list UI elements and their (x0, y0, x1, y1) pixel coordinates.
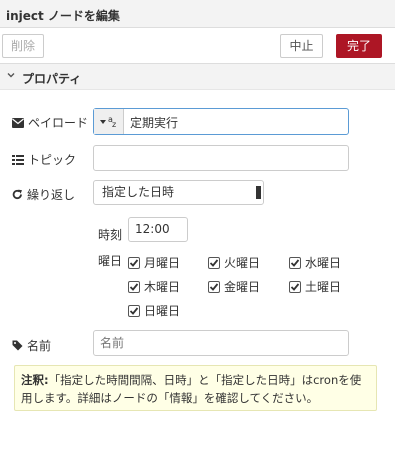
tasks-icon (12, 154, 24, 165)
topic-label-text: トピック (28, 153, 77, 167)
tray-title: inject ノードを編集 (6, 9, 120, 23)
checkbox-checked-icon[interactable] (289, 256, 301, 269)
checkbox-checked-icon[interactable] (208, 256, 220, 269)
day-checkbox-mon[interactable]: 月曜日 (128, 254, 180, 271)
az-string-icon: az (108, 114, 117, 129)
checkbox-checked-icon[interactable] (128, 256, 140, 269)
time-input[interactable]: 12:00 (128, 217, 188, 242)
repeat-icon (12, 189, 22, 200)
checkbox-checked-icon[interactable] (208, 280, 220, 293)
checkbox-checked-icon[interactable] (128, 280, 140, 293)
repeat-selected-value: 指定した日時 (102, 185, 175, 199)
day-checkbox-wed[interactable]: 水曜日 (289, 254, 341, 271)
day-checkbox-sun[interactable]: 日曜日 (128, 302, 180, 319)
day-label: 金曜日 (224, 280, 261, 294)
repeat-label: 繰り返し (12, 186, 75, 203)
days-label: 曜日 (98, 254, 123, 268)
select-arrow-icon (256, 186, 261, 199)
name-input[interactable] (93, 330, 349, 356)
envelope-icon (12, 117, 24, 128)
tag-icon (12, 340, 23, 351)
day-label: 日曜日 (144, 304, 181, 318)
topic-label: トピック (12, 151, 76, 168)
day-checkbox-tue[interactable]: 火曜日 (208, 254, 260, 271)
cancel-button[interactable]: 中止 (280, 34, 323, 58)
payload-value[interactable]: 定期実行 (130, 114, 178, 131)
day-checkbox-thu[interactable]: 木曜日 (128, 278, 180, 295)
day-label: 土曜日 (305, 280, 342, 294)
done-button[interactable]: 完了 (336, 34, 382, 58)
chevron-down-icon (7, 73, 15, 78)
topic-input[interactable] (93, 145, 349, 171)
name-label-text: 名前 (27, 339, 52, 353)
payload-label: ペイロード (12, 114, 88, 131)
day-checkbox-sat[interactable]: 土曜日 (289, 278, 341, 295)
checkbox-checked-icon[interactable] (128, 304, 140, 317)
tray-header: inject ノードを編集 (0, 0, 395, 28)
payload-type-selector[interactable]: az (94, 109, 124, 134)
caret-down-icon (100, 119, 106, 124)
checkbox-checked-icon[interactable] (289, 280, 301, 293)
tip-bold-label: 注釈: (21, 373, 49, 387)
day-label: 月曜日 (144, 256, 181, 270)
properties-section-header[interactable]: プロパティ (0, 64, 395, 90)
day-checkbox-fri[interactable]: 金曜日 (208, 278, 260, 295)
cron-tip: 注釈:「指定した時間間隔、日時」と「指定した日時」はcronを使用します。詳細は… (14, 365, 377, 411)
section-title: プロパティ (22, 72, 82, 86)
name-label: 名前 (12, 337, 51, 354)
delete-button[interactable]: 削除 (2, 34, 44, 58)
repeat-select[interactable]: 指定した日時 (93, 180, 264, 205)
payload-input[interactable]: az 定期実行 (93, 108, 349, 135)
day-label: 水曜日 (305, 256, 342, 270)
tip-text: 「指定した時間間隔、日時」と「指定した日時」はcronを使用します。詳細はノード… (21, 373, 362, 405)
day-label: 火曜日 (224, 256, 261, 270)
time-label: 時刻 (98, 228, 123, 242)
tray-toolbar: 削除 中止 完了 (0, 28, 395, 64)
payload-label-text: ペイロード (28, 116, 89, 130)
repeat-label-text: 繰り返し (27, 188, 76, 202)
day-label: 木曜日 (144, 280, 181, 294)
